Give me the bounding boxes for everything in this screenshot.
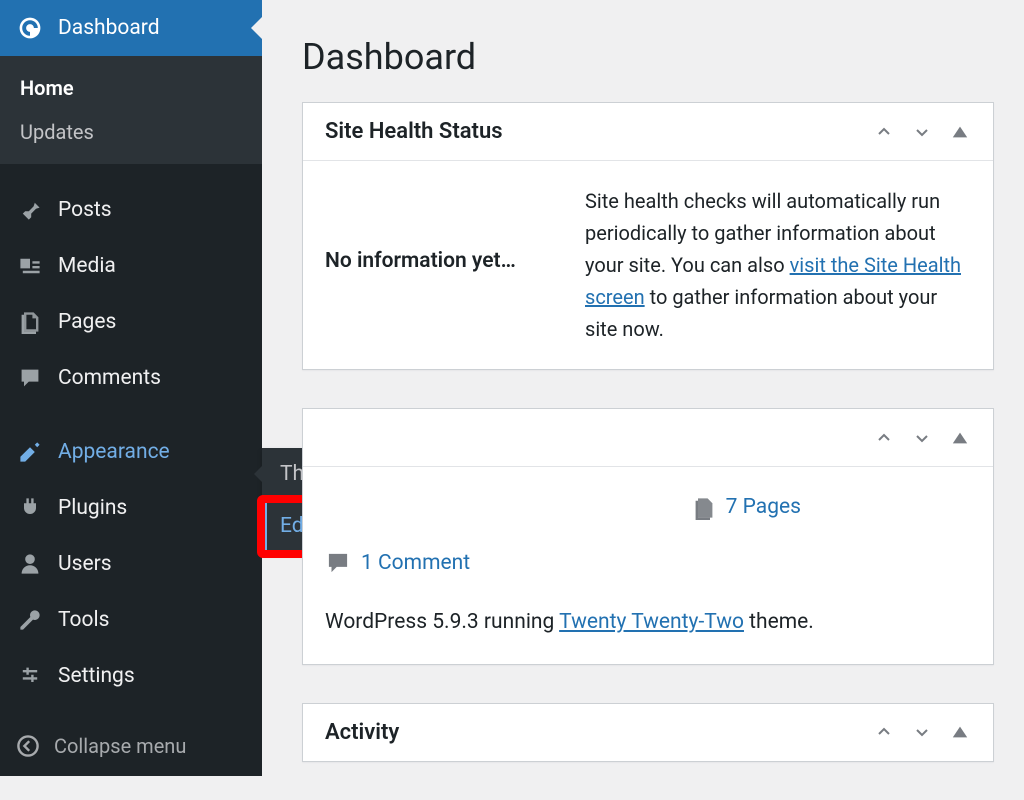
panel-controls <box>873 721 971 743</box>
panel-controls <box>873 427 971 449</box>
sidebar-label-plugins: Plugins <box>58 496 127 520</box>
activity-title: Activity <box>325 720 399 745</box>
sidebar-item-media[interactable]: Media <box>0 238 262 294</box>
health-status-text: No information yet… <box>325 185 555 345</box>
sidebar-item-appearance[interactable]: Appearance <box>0 424 262 480</box>
move-up-icon[interactable] <box>873 721 895 743</box>
sidebar-item-settings[interactable]: Settings <box>0 648 262 704</box>
comments-icon <box>16 364 44 392</box>
menu-separator <box>0 406 262 424</box>
theme-link[interactable]: Twenty Twenty-Two <box>559 610 744 634</box>
move-down-icon[interactable] <box>911 427 933 449</box>
collapse-menu[interactable]: Collapse menu <box>0 722 262 770</box>
panel-header: Activity <box>303 704 993 761</box>
at-a-glance-body: 2 Posts 7 Pages 1 Comment WordPress 5.9.… <box>303 467 993 664</box>
sidebar-label-media: Media <box>58 254 116 278</box>
atg-footer: WordPress 5.9.3 running Twenty Twenty-Tw… <box>325 606 971 640</box>
settings-icon <box>16 662 44 690</box>
users-icon <box>16 550 44 578</box>
move-up-icon[interactable] <box>873 121 895 143</box>
sidebar-item-dashboard[interactable]: Dashboard <box>0 0 262 56</box>
atg-footer-text1: WordPress 5.9.3 running <box>325 610 559 634</box>
submenu-home[interactable]: Home <box>0 66 262 110</box>
main-content: Dashboard Site Health Status No informat… <box>262 0 1024 800</box>
menu-separator <box>0 704 262 722</box>
sidebar-item-users[interactable]: Users <box>0 536 262 592</box>
collapse-icon <box>16 734 40 758</box>
panel-header: Site Health Status <box>303 103 993 161</box>
comments-icon <box>325 550 351 576</box>
sidebar-label-appearance: Appearance <box>58 440 170 464</box>
sidebar-label-tools: Tools <box>58 608 109 632</box>
media-icon <box>16 252 44 280</box>
sidebar-item-pages[interactable]: Pages <box>0 294 262 350</box>
atg-stat-comments: 1 Comment <box>325 547 971 581</box>
sidebar-label-settings: Settings <box>58 664 135 688</box>
appearance-icon <box>16 438 44 466</box>
at-a-glance-panel: 2 Posts 7 Pages 1 Comment WordPress 5.9.… <box>302 408 994 665</box>
panel-header <box>303 409 993 467</box>
health-description: Site health checks will automatically ru… <box>585 185 971 345</box>
sidebar-item-plugins[interactable]: Plugins <box>0 480 262 536</box>
sidebar-label-dashboard: Dashboard <box>58 16 160 40</box>
pages-icon <box>16 308 44 336</box>
activity-panel: Activity <box>302 703 994 762</box>
site-health-panel: Site Health Status No information yet… S… <box>302 102 994 370</box>
submenu-updates[interactable]: Updates <box>0 110 262 154</box>
atg-footer-text2: theme. <box>744 610 814 634</box>
sidebar-item-tools[interactable]: Tools <box>0 592 262 648</box>
atg-stats: 2 Posts 7 Pages <box>325 491 971 525</box>
move-down-icon[interactable] <box>911 721 933 743</box>
pages-count-link[interactable]: 7 Pages <box>726 491 801 525</box>
move-up-icon[interactable] <box>873 427 895 449</box>
pin-icon <box>16 196 44 224</box>
toggle-panel-icon[interactable] <box>949 427 971 449</box>
sidebar-item-posts[interactable]: Posts <box>0 182 262 238</box>
site-health-body: No information yet… Site health checks w… <box>303 161 993 369</box>
sidebar-label-users: Users <box>58 552 112 576</box>
page-title: Dashboard <box>302 36 994 78</box>
toggle-panel-icon[interactable] <box>949 721 971 743</box>
panel-controls <box>873 121 971 143</box>
at-a-glance-title <box>325 425 330 450</box>
admin-sidebar: Dashboard Home Updates Posts Media Pages… <box>0 0 262 776</box>
atg-stat-pages: 7 Pages <box>692 491 801 525</box>
move-down-icon[interactable] <box>911 121 933 143</box>
sidebar-item-comments[interactable]: Comments <box>0 350 262 406</box>
sidebar-label-comments: Comments <box>58 366 161 390</box>
plugins-icon <box>16 494 44 522</box>
sidebar-label-pages: Pages <box>58 310 116 334</box>
sidebar-label-posts: Posts <box>58 198 112 222</box>
comments-count-link[interactable]: 1 Comment <box>361 547 470 581</box>
tools-icon <box>16 606 44 634</box>
menu-separator <box>0 164 262 182</box>
site-health-title: Site Health Status <box>325 119 503 144</box>
pages-icon <box>692 496 716 520</box>
dashboard-submenu: Home Updates <box>0 56 262 164</box>
collapse-label: Collapse menu <box>54 734 186 758</box>
toggle-panel-icon[interactable] <box>949 121 971 143</box>
dashboard-icon <box>16 14 44 42</box>
